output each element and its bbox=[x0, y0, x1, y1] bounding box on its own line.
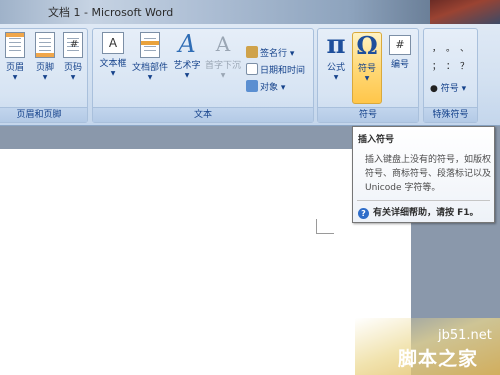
symbol-enumeration-comma[interactable]: 、 bbox=[460, 41, 469, 54]
symbol-tooltip: 插入符号 插入键盘上没有的符号，如版权符号、商标符号、段落标记以及 Unicod… bbox=[352, 126, 495, 223]
help-icon: ? bbox=[358, 208, 369, 219]
date-time-button[interactable]: 日期和时间 bbox=[246, 63, 305, 79]
object-button[interactable]: 对象 ▾ bbox=[246, 80, 285, 96]
symbol-colon[interactable]: ： bbox=[446, 59, 455, 72]
header-button[interactable]: 页眉 ▼ bbox=[1, 32, 29, 104]
header-icon bbox=[5, 32, 25, 58]
quick-parts-button[interactable]: 文档部件 ▼ bbox=[130, 32, 170, 104]
object-icon bbox=[246, 80, 258, 92]
chevron-down-icon: ▼ bbox=[333, 74, 339, 81]
group-header-footer: 页眉 ▼ 页脚 ▼ # 页码 ▼ 页眉和页脚 bbox=[0, 28, 88, 123]
title-bar: 文档 1 - Microsoft Word bbox=[0, 0, 500, 24]
symbol-comma[interactable]: ， bbox=[432, 41, 441, 54]
symbol-question[interactable]: ？ bbox=[460, 59, 469, 72]
quick-parts-icon bbox=[140, 32, 160, 58]
symbol-semicolon[interactable]: ； bbox=[432, 59, 441, 72]
symbol-button[interactable]: Ω 符号 ▼ bbox=[352, 32, 382, 104]
equation-button[interactable]: π 公式 ▼ bbox=[321, 32, 351, 104]
group-symbols: π 公式 ▼ Ω 符号 ▼ # 编号 符号 bbox=[317, 28, 419, 123]
ribbon: 页眉 ▼ 页脚 ▼ # 页码 ▼ 页眉和页脚 A 文本框 ▼ 文档部件 ▼ A … bbox=[0, 24, 500, 126]
chevron-down-icon: ▼ bbox=[220, 72, 226, 79]
group-text: A 文本框 ▼ 文档部件 ▼ A 艺术字 ▼ A 首字下沉 ▼ 签名行 ▾ 日期… bbox=[92, 28, 314, 123]
number-icon: # bbox=[389, 35, 411, 55]
more-symbols-button[interactable]: ● 符号 ▾ bbox=[430, 81, 466, 97]
group-label-special-symbols: 特殊符号 bbox=[424, 107, 477, 122]
wordart-icon: A bbox=[178, 30, 196, 58]
chevron-down-icon: ▼ bbox=[147, 74, 153, 81]
document-page[interactable] bbox=[0, 149, 411, 375]
chevron-down-icon: ▼ bbox=[12, 74, 18, 81]
chevron-down-icon: ▼ bbox=[70, 74, 76, 81]
footer-button[interactable]: 页脚 ▼ bbox=[31, 32, 59, 104]
window-title: 文档 1 - Microsoft Word bbox=[48, 6, 174, 19]
page-number-icon: # bbox=[63, 32, 83, 58]
group-label-header-footer: 页眉和页脚 bbox=[0, 107, 87, 122]
tooltip-title: 插入符号 bbox=[358, 135, 395, 145]
watermark-site: jb51.net bbox=[438, 328, 492, 343]
title-bar-decoration bbox=[430, 0, 500, 24]
chevron-down-icon: ▼ bbox=[364, 75, 370, 82]
calendar-icon bbox=[246, 63, 258, 75]
tooltip-body: 插入键盘上没有的符号，如版权符号、商标符号、段落标记以及 Unicode 字符等… bbox=[365, 155, 492, 193]
signature-icon bbox=[246, 46, 258, 58]
group-special-symbols: ， 。 、 ； ： ？ ● 符号 ▾ 特殊符号 bbox=[423, 28, 478, 123]
signature-line-button[interactable]: 签名行 ▾ bbox=[246, 46, 294, 62]
text-box-button[interactable]: A 文本框 ▼ bbox=[96, 32, 130, 104]
chevron-down-icon: ▼ bbox=[110, 70, 116, 77]
footer-icon bbox=[35, 32, 55, 58]
omega-icon: Ω bbox=[356, 31, 378, 60]
chevron-down-icon: ▼ bbox=[42, 74, 48, 81]
page-number-button[interactable]: # 页码 ▼ bbox=[59, 32, 87, 104]
drop-cap-button[interactable]: A 首字下沉 ▼ bbox=[203, 32, 243, 104]
drop-cap-icon: A bbox=[215, 32, 231, 56]
group-label-symbols: 符号 bbox=[318, 107, 418, 122]
watermark-name: 脚本之家 bbox=[398, 348, 479, 370]
tooltip-help: ? 有关详细帮助，请按 F1。 bbox=[358, 205, 479, 219]
number-button[interactable]: # 编号 bbox=[385, 32, 415, 104]
group-label-text: 文本 bbox=[93, 107, 313, 122]
tooltip-divider bbox=[357, 200, 490, 201]
wordart-button[interactable]: A 艺术字 ▼ bbox=[171, 32, 203, 104]
chevron-down-icon: ▼ bbox=[184, 72, 190, 79]
symbol-period[interactable]: 。 bbox=[446, 41, 455, 54]
margin-crop-mark bbox=[316, 219, 334, 234]
text-box-icon: A bbox=[102, 32, 124, 54]
pi-icon: π bbox=[326, 30, 346, 60]
